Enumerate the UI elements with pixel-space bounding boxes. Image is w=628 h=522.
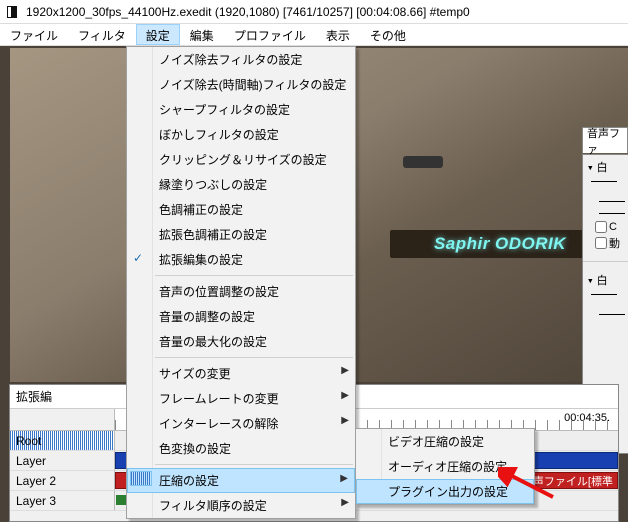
mi-blur[interactable]: ぼかしフィルタの設定 [127,122,355,147]
mi-resize[interactable]: サイズの変更▶ [127,361,355,386]
tree-toggle-2[interactable]: ▾ [587,274,594,287]
menu-other[interactable]: その他 [360,24,416,45]
mi-color-correct[interactable]: 色調補正の設定 [127,197,355,222]
mi-audio-pos[interactable]: 音声の位置調整の設定 [127,279,355,304]
mi-deinterlace[interactable]: インターレースの解除▶ [127,411,355,436]
menu-file[interactable]: ファイル [0,24,68,45]
track-layer-1[interactable]: Layer [10,451,115,471]
check-icon: ✓ [133,251,143,265]
chevron-right-icon: ▶ [341,415,349,426]
menu-view[interactable]: 表示 [316,24,360,45]
chevron-right-icon: ▶ [341,497,349,508]
mi-ext-color[interactable]: 拡張色調補正の設定 [127,222,355,247]
separator [155,357,353,358]
chevron-right-icon: ▶ [341,365,349,376]
mi-max-vol[interactable]: 音量の最大化の設定 [127,329,355,354]
menu-edit[interactable]: 編集 [180,24,224,45]
chk-d[interactable] [595,237,607,249]
mi-fill[interactable]: 縁塗りつぶしの設定 [127,172,355,197]
sign-text: Saphir ODORIK [434,234,566,254]
audio-panel-title: 音声ファ [582,127,628,153]
tree-toggle-1[interactable]: ▾ [587,161,594,174]
annotation-arrow [498,467,558,501]
mi-sharp[interactable]: シャープフィルタの設定 [127,97,355,122]
chk-c[interactable] [595,221,607,233]
chevron-right-icon: ▶ [340,473,348,484]
track-layer-2[interactable]: Layer 2 [10,471,115,491]
window-titlebar: 1920x1200_30fps_44100Hz.exedit (1920,108… [0,0,628,24]
menu-filter[interactable]: フィルタ [68,24,136,45]
mi-filter-order[interactable]: フィルタ順序の設定▶ [127,493,355,518]
mi-noise-time[interactable]: ノイズ除去(時間軸)フィルタの設定 [127,72,355,97]
sm-video-compress[interactable]: ビデオ圧縮の設定 [356,429,534,454]
mi-volume[interactable]: 音量の調整の設定 [127,304,355,329]
menubar: ファイル フィルタ 設定 編集 プロファイル 表示 その他 [0,24,628,46]
separator [155,275,353,276]
mi-clip-resize[interactable]: クリッピング＆リサイズの設定 [127,147,355,172]
mi-framerate[interactable]: フレームレートの変更▶ [127,386,355,411]
app-icon [4,4,20,20]
track-layer-3[interactable]: Layer 3 [10,491,115,511]
chevron-right-icon: ▶ [341,390,349,401]
mi-color-conv[interactable]: 色変換の設定 [127,436,355,461]
window-title: 1920x1200_30fps_44100Hz.exedit (1920,108… [26,5,470,19]
separator [155,464,353,465]
menu-profile[interactable]: プロファイル [224,24,316,45]
hatch-icon [130,471,152,486]
sign-overlay: Saphir ODORIK [390,230,610,258]
mi-noise-filter[interactable]: ノイズ除去フィルタの設定 [127,47,355,72]
track-root[interactable]: Root [10,431,115,451]
menu-settings[interactable]: 設定 [136,24,180,45]
mi-compress[interactable]: 圧縮の設定▶ [127,468,355,493]
mi-ext-edit[interactable]: ✓拡張編集の設定 [127,247,355,272]
settings-dropdown: ノイズ除去フィルタの設定 ノイズ除去(時間軸)フィルタの設定 シャープフィルタの… [126,46,356,519]
